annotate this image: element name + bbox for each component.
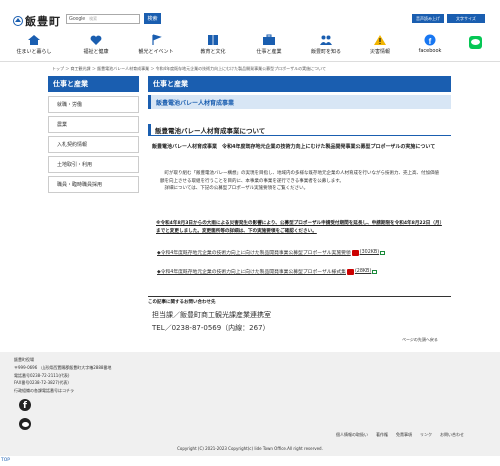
copyright: Copyright (C) 2021-2023 Copyright(c) Iid… xyxy=(177,446,323,451)
nav-label: facebook xyxy=(418,48,442,54)
external-window-icon xyxy=(380,250,386,255)
link-text: ◆令和4年度既存地元企業の技術力向上に向けた製品開発事業公募型プロポーザル様式集 xyxy=(157,270,346,275)
read-aloud-button[interactable]: 音声読み上げ xyxy=(412,14,444,23)
pdf-link-guidelines[interactable]: ◆令和4年度既存地元企業の技術力向上に向けた製品開発事業公募型プロポーザル実施要… xyxy=(157,249,386,256)
site-logo[interactable]: 飯豊町 xyxy=(13,13,61,29)
search-engine-label: Google xyxy=(69,16,86,22)
nav-label: 福祉と健康 xyxy=(83,49,109,55)
breadcrumb[interactable]: トップ ＞ 商工観光課 ＞ 飯豊電池バレー人材育成事業 ＞ 令和4年度既存地元企… xyxy=(52,66,326,72)
nav-item-education[interactable]: 教育と文化 xyxy=(183,34,243,55)
warning-icon xyxy=(374,35,386,45)
facebook-icon: f xyxy=(424,34,436,46)
svg-text:f: f xyxy=(429,37,432,46)
footer-line-icon[interactable] xyxy=(19,418,31,430)
page-top-link[interactable]: ページの先頭へ戻る xyxy=(402,337,438,343)
briefcase-icon xyxy=(263,34,275,45)
article-body: 町が取り組む「飯豊電池バレー構想」の実現を目指し、地域内の多様な既存地元企業の人… xyxy=(160,170,442,193)
sidebar-item-land[interactable]: 土地取引・利用 xyxy=(48,156,139,173)
search-button[interactable]: 検索 xyxy=(144,13,161,24)
main-category-title: 仕事と産業 xyxy=(148,76,451,92)
body-paragraph-2: 詳細については、下記の公募型プロポーザル実施要領をご覧ください。 xyxy=(164,186,309,191)
sidebar-item-bidding[interactable]: 入札契約情報 xyxy=(48,136,139,153)
contact-department: 担当課／飯豊町商工観光課産業連携室 xyxy=(152,311,271,319)
people-icon xyxy=(320,35,332,45)
house-icon xyxy=(28,35,40,45)
sidebar-menu: 就職・労働 農業 入札契約情報 土地取引・利用 職員・臨時職員採用 xyxy=(48,96,139,196)
contact-phone: TEL／0238-87-0569（内線：267） xyxy=(152,324,270,332)
contact-heading: この記事に関するお問い合わせ先 xyxy=(148,296,451,305)
nav-item-facebook[interactable]: f facebook xyxy=(400,34,460,54)
notice-text: ※令和4年8月3日からの大雨による災害発生の影響により、公募型プロポーザル申請受… xyxy=(156,221,442,234)
footer-link-contact[interactable]: お問い合わせ xyxy=(440,432,464,438)
nav-item-welfare[interactable]: 福祉と健康 xyxy=(66,34,126,55)
page: 飯豊町 Google 検索 検索 音声読み上げ 文字サイズ 住まいと暮らし 福祉… xyxy=(0,0,500,466)
file-size: (302KB) xyxy=(359,250,380,255)
footer-links: 個人情報の取扱い 著作権 免責事項 リンク お問い合わせ xyxy=(336,432,464,438)
font-size-button[interactable]: 文字サイズ xyxy=(447,14,485,23)
footer-facebook-icon[interactable]: f xyxy=(19,399,31,411)
sidebar-item-employment[interactable]: 就職・労働 xyxy=(48,96,139,113)
sidebar-item-agriculture[interactable]: 農業 xyxy=(48,116,139,133)
sidebar-item-recruitment[interactable]: 職員・臨時職員採用 xyxy=(48,176,139,193)
nav-item-living[interactable]: 住まいと暮らし xyxy=(4,34,64,55)
footer-link-links[interactable]: リンク xyxy=(420,432,432,438)
nav-item-tourism[interactable]: 観光とイベント xyxy=(126,34,186,55)
line-icon[interactable] xyxy=(469,36,482,49)
pdf-icon xyxy=(351,249,359,256)
nav-label: 住まいと暮らし xyxy=(16,49,52,55)
footer-link-privacy[interactable]: 個人情報の取扱い xyxy=(336,432,368,438)
search-input[interactable]: Google 検索 xyxy=(66,14,140,24)
nav-label: 災害情報 xyxy=(369,49,390,55)
flag-icon xyxy=(152,34,162,45)
site-name: 飯豊町 xyxy=(25,15,61,28)
book-icon xyxy=(208,35,218,45)
global-nav: 住まいと暮らし 福祉と健康 観光とイベント 教育と文化 仕事と産業 飯豊町を知る xyxy=(0,34,500,58)
footer-link-disclaimer[interactable]: 免責事項 xyxy=(396,432,412,438)
nav-item-work[interactable]: 仕事と産業 xyxy=(239,34,299,55)
section-title: 飯豊電池バレー人材育成事業 xyxy=(148,95,451,109)
footer-link-copyright[interactable]: 著作権 xyxy=(376,432,388,438)
external-window-icon xyxy=(372,269,378,274)
nav-label: 仕事と産業 xyxy=(256,49,282,55)
nav-label: 観光とイベント xyxy=(138,49,174,55)
file-size: (28KB) xyxy=(354,269,372,274)
logo-mark-icon xyxy=(13,16,23,26)
body-paragraph-1: 町が取り組む「飯豊電池バレー構想」の実現を目指し、地域内の多様な既存地元企業の人… xyxy=(160,171,439,184)
heart-icon xyxy=(90,35,102,45)
article-title: 飯豊電池バレー人材育成事業について xyxy=(148,124,451,136)
nav-item-about[interactable]: 飯豊町を知る xyxy=(296,34,356,55)
article-lead: 飯豊電池バレー人材育成事業 令和4年度既存地元企業の技術力向上にむけた製品開発事… xyxy=(152,144,436,150)
footer-address: 飯豊町役場 〒999-0696 山形県西置賜郡飯豊町大字椿2888番地 電話番号… xyxy=(14,357,112,394)
site-header: 飯豊町 Google 検索 検索 音声読み上げ 文字サイズ 住まいと暮らし 福祉… xyxy=(0,0,500,62)
search-placeholder: 検索 xyxy=(89,16,98,21)
nav-label: 飯豊町を知る xyxy=(310,49,341,55)
sidebar-title: 仕事と産業 xyxy=(48,76,139,92)
pdf-link-forms[interactable]: ◆令和4年度既存地元企業の技術力向上に向けた製品開発事業公募型プロポーザル様式集… xyxy=(157,268,378,275)
top-link[interactable]: TOP xyxy=(1,458,10,463)
pdf-icon xyxy=(346,268,354,275)
nav-label: 教育と文化 xyxy=(200,49,226,55)
link-text: ◆令和4年度既存地元企業の技術力向上に向けた製品開発事業公募型プロポーザル実施要… xyxy=(157,251,351,256)
